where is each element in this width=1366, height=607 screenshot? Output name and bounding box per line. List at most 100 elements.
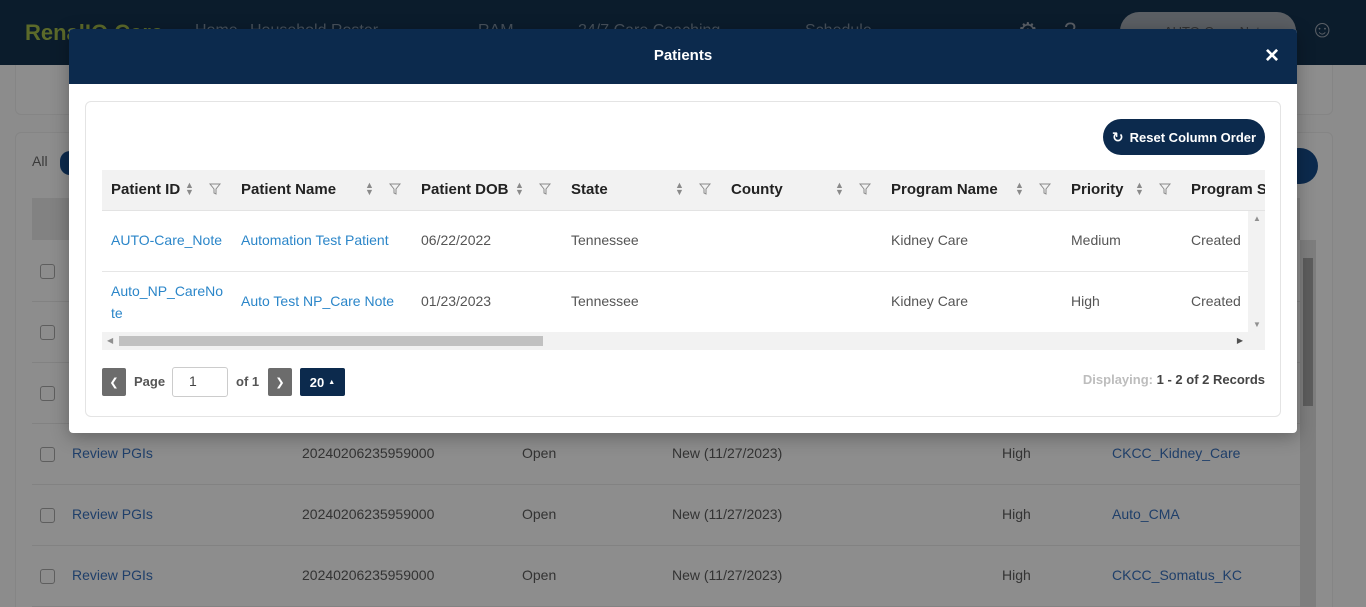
user-profile-icon[interactable]: ☺ (1310, 16, 1335, 44)
column-header-program-status[interactable]: Program S (1182, 170, 1265, 210)
filter-icon[interactable] (699, 183, 711, 195)
row-checkbox[interactable] (40, 386, 55, 401)
task-program-link[interactable]: CKCC_Somatus_KC (1112, 567, 1242, 583)
chevron-right-icon: ❯ (275, 376, 285, 389)
scroll-right-icon[interactable]: ▶ (1237, 336, 1243, 345)
chevron-left-icon: ❮ (109, 376, 119, 389)
prev-page-button[interactable]: ❮ (102, 368, 126, 396)
grid-vertical-scrollbar[interactable]: ▲ ▼ (1248, 211, 1265, 332)
patient-id-link[interactable]: AUTO-Care_Note (111, 232, 222, 248)
filter-tab-all[interactable]: All (32, 153, 48, 169)
task-type: New (11/27/2023) (672, 567, 783, 583)
sort-icon[interactable]: ▲ ▼ (1015, 181, 1024, 197)
patient-id-link[interactable]: Auto_NP_CareNote (111, 280, 226, 324)
column-header-label: Patient DOB (421, 181, 509, 198)
page-number-input[interactable]: 1 (172, 367, 228, 397)
task-id: 20240206235959000 (302, 567, 435, 583)
row-checkbox[interactable] (40, 264, 55, 279)
column-header-label: Patient Name (241, 181, 337, 198)
task-id: 20240206235959000 (302, 506, 435, 522)
task-program-link[interactable]: Auto_CMA (1112, 506, 1180, 522)
patient-program-status: Created (1191, 293, 1241, 309)
task-priority: High (1002, 567, 1031, 583)
page-label: Page (134, 374, 166, 389)
task-link[interactable]: Review PGIs (72, 445, 153, 461)
patient-program: Kidney Care (891, 293, 969, 309)
sort-icon[interactable]: ▲ ▼ (185, 181, 194, 197)
column-header-program-name[interactable]: Program Name (882, 170, 1062, 210)
sort-icon[interactable]: ▲ ▼ (515, 181, 524, 197)
column-header-label: Priority (1071, 181, 1124, 198)
task-status: Open (522, 506, 557, 522)
pagination-bar: ❮ Page 1 of 1 ❯ 20 ▲ Displaying: 1 - 2 o… (102, 367, 1265, 397)
task-row[interactable]: Review PGIs 20240206235959000 Open New (… (32, 546, 1300, 607)
records-display: Displaying: 1 - 2 of 2 Records (1083, 372, 1265, 387)
page-size-value: 20 (309, 374, 325, 390)
task-table-scrollbar-thumb[interactable] (1303, 258, 1313, 406)
refresh-icon: ↻ (1111, 128, 1124, 145)
row-checkbox[interactable] (40, 569, 55, 584)
task-program-link[interactable]: CKCC_Kidney_Care (1112, 445, 1240, 461)
page-size-select[interactable]: 20 ▲ (300, 368, 345, 396)
column-header-label: State (571, 181, 608, 198)
sort-icon[interactable]: ▲ ▼ (365, 181, 374, 197)
patient-priority: Medium (1071, 232, 1121, 248)
row-checkbox[interactable] (40, 508, 55, 523)
horizontal-scrollbar-thumb[interactable] (119, 336, 543, 346)
reset-column-order-button[interactable]: ↻ Reset Column Order (1103, 119, 1265, 155)
patient-name-link[interactable]: Auto Test NP_Care Note (241, 293, 394, 309)
grid-horizontal-scrollbar[interactable]: ◀ ▶ (102, 332, 1265, 350)
column-header-county[interactable]: County (722, 170, 882, 210)
column-header-label: Program S (1191, 181, 1265, 198)
task-priority: High (1002, 506, 1031, 522)
column-header-label: Program Name (891, 181, 998, 198)
patient-dob: 06/22/2022 (421, 232, 492, 248)
caret-up-icon: ▲ (328, 378, 336, 386)
scroll-left-icon[interactable]: ◀ (107, 336, 113, 345)
modal-title: Patients (653, 47, 713, 64)
filter-icon[interactable] (1039, 183, 1051, 195)
patient-state: Tennessee (571, 232, 639, 248)
filter-icon[interactable] (859, 183, 871, 195)
task-type: New (11/27/2023) (672, 445, 783, 461)
patient-row[interactable]: AUTO-Care_Note Automation Test Patient 0… (102, 211, 1248, 272)
grid-body: AUTO-Care_Note Automation Test Patient 0… (102, 211, 1248, 332)
task-id: 20240206235959000 (302, 445, 435, 461)
row-checkbox[interactable] (40, 325, 55, 340)
task-status: Open (522, 567, 557, 583)
patient-program: Kidney Care (891, 232, 969, 248)
filter-icon[interactable] (539, 183, 551, 195)
displaying-value: 1 - 2 of 2 Records (1156, 372, 1265, 387)
scroll-down-icon[interactable]: ▼ (1253, 320, 1261, 329)
column-header-state[interactable]: State (562, 170, 722, 210)
sort-icon[interactable]: ▲ ▼ (675, 181, 684, 197)
patient-row[interactable]: Auto_NP_CareNote Auto Test NP_Care Note … (102, 272, 1248, 332)
next-page-button[interactable]: ❯ (268, 368, 292, 396)
displaying-label: Displaying: (1082, 372, 1153, 387)
task-status: Open (522, 445, 557, 461)
task-row[interactable]: Review PGIs 20240206235959000 Open New (… (32, 424, 1300, 485)
column-header-label: Patient ID (111, 181, 181, 198)
column-header-label: County (731, 181, 783, 198)
patients-grid-panel: ↻ Reset Column Order Patient ID ▲ ▼ Patie… (85, 101, 1281, 417)
task-link[interactable]: Review PGIs (72, 506, 153, 522)
task-link[interactable]: Review PGIs (72, 567, 153, 583)
grid-header-row: Patient ID ▲ ▼ Patient Name ▲ ▼ Patient DO… (102, 170, 1265, 211)
scroll-up-icon[interactable]: ▲ (1253, 214, 1261, 223)
column-header-patient-name[interactable]: Patient Name (232, 170, 412, 210)
filter-icon[interactable] (1159, 183, 1171, 195)
page-count-label: of 1 (236, 374, 260, 389)
modal-header: Patients × (69, 29, 1297, 84)
patient-name-link[interactable]: Automation Test Patient (241, 232, 389, 248)
filter-icon[interactable] (389, 183, 401, 195)
close-icon[interactable]: × (1260, 42, 1284, 70)
sort-icon[interactable]: ▲ ▼ (835, 181, 844, 197)
patient-dob: 01/23/2023 (421, 293, 492, 309)
sort-icon[interactable]: ▲ ▼ (1135, 181, 1144, 197)
filter-icon[interactable] (209, 183, 221, 195)
row-checkbox[interactable] (40, 447, 55, 462)
task-type: New (11/27/2023) (672, 506, 783, 522)
patient-state: Tennessee (571, 293, 639, 309)
task-row[interactable]: Review PGIs 20240206235959000 Open New (… (32, 485, 1300, 546)
reset-column-order-label: Reset Column Order (1129, 129, 1257, 145)
